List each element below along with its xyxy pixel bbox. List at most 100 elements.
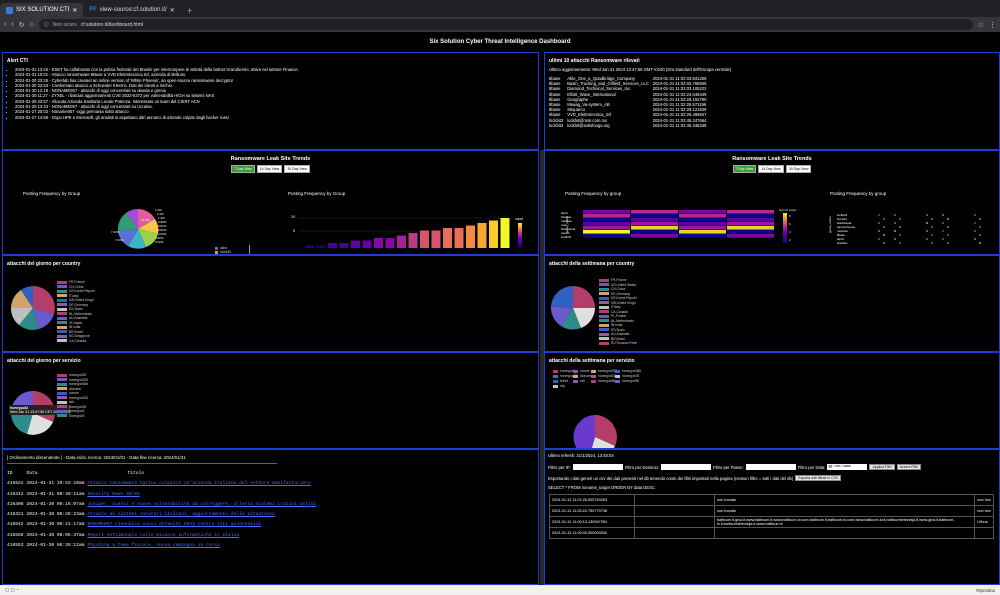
ip-filter-input[interactable] <box>572 464 623 470</box>
menu-icon[interactable]: ⋮ <box>989 21 996 29</box>
result-link[interactable]: Juniper, Ivanti e nuove vulnerabilità da… <box>87 502 316 507</box>
legend-item[interactable]: JP,Japan <box>57 321 82 325</box>
legend-item[interactable]: AU,Australia <box>57 316 87 320</box>
legend-item[interactable]: honeypot366 <box>57 382 88 386</box>
result-title-cell: Report settimanale sulle minacce informa… <box>87 531 319 541</box>
30-day-button[interactable]: 30 Day View <box>785 165 812 173</box>
new-tab-button[interactable]: ＋ <box>181 3 199 17</box>
back-icon[interactable]: ‹ <box>4 21 6 28</box>
country-day-panel: attacchi del giorno per country FR,Franc… <box>2 255 539 352</box>
colorbar-tick: 8 <box>789 214 791 218</box>
legend-item[interactable]: US,Korea Republ <box>57 289 95 293</box>
bookmark-icon[interactable]: ☆ <box>978 21 984 29</box>
legend-item[interactable]: ES,Spain <box>599 328 625 332</box>
legend-item[interactable]: BR,Brazil <box>599 337 625 341</box>
browser-tab-active[interactable]: SIX SOLUTION CTI ✕ <box>0 3 84 17</box>
legend-item[interactable]: IT,Italy <box>57 294 79 298</box>
domain-filter-input[interactable] <box>661 464 712 470</box>
legend-item[interactable]: dionaea <box>573 374 592 378</box>
pie-title: Posting Frequency by Group <box>23 191 81 196</box>
legend-item[interactable]: NL,Netherlands <box>57 312 92 316</box>
legend-item[interactable]: honeypot333 <box>591 369 617 373</box>
restore-label[interactable]: Ripristina <box>976 588 995 593</box>
legend-item[interactable]: KR,Korea Republ <box>599 296 637 300</box>
date-filter-input[interactable]: gg / mm / aaaa <box>827 464 868 470</box>
reset-filters-button[interactable]: Azzera Filtri <box>896 464 922 470</box>
window-icons[interactable]: ▢ ▢ ◔ <box>5 587 19 593</box>
legend-item[interactable]: NL,Netherlands <box>599 319 634 323</box>
legend-item[interactable]: cowrie <box>57 391 79 395</box>
target-table: 2024-01-31 11:01:26.500749283 non trovato… <box>549 494 994 539</box>
legend-item[interactable]: GB,United Kingd <box>599 301 636 305</box>
info-icon[interactable]: ⓘ <box>44 21 49 28</box>
legend-item[interactable]: ssh <box>573 379 585 383</box>
legend-item[interactable]: IN,India <box>57 325 80 329</box>
result-link[interactable]: NONAME057 rivendica nuovi attacchi DDoS … <box>87 522 261 527</box>
legend-item[interactable]: rdp <box>553 384 565 388</box>
legend-item[interactable]: CA,Canada <box>57 339 86 343</box>
country-filter-input[interactable] <box>745 464 796 470</box>
legend-item[interactable]: BR,Brazil <box>57 330 83 334</box>
apply-filters-button[interactable]: Applica Filtri <box>869 464 895 470</box>
legend-item[interactable]: honeypot43 <box>591 374 615 378</box>
legend-item[interactable]: US,United States <box>599 283 636 287</box>
tab-close-icon[interactable]: ✕ <box>170 7 175 14</box>
legend-item[interactable]: ES,Spain <box>57 307 83 311</box>
result-link[interactable]: Report settimanale sulle minacce informa… <box>87 533 239 538</box>
30-day-button[interactable]: 30 Day View <box>284 165 310 173</box>
14-day-button[interactable]: 14 Day View <box>758 165 784 173</box>
legend-item[interactable]: RU,Russian Fede <box>599 341 637 345</box>
legend-swatch <box>599 314 609 318</box>
legend-item[interactable]: FR,France <box>599 278 627 282</box>
legend-item[interactable]: honeypot3 <box>57 414 84 418</box>
legend-item[interactable]: IN,India <box>599 323 622 327</box>
service-week-pie <box>573 415 617 448</box>
legend-item[interactable]: DE,Germany <box>57 303 88 307</box>
result-link[interactable]: Attacco ai sistemi sanitari italiani, ag… <box>87 512 274 517</box>
7-day-button[interactable]: 7 Day View <box>231 165 255 173</box>
legend-item[interactable]: CA,Canada <box>599 310 628 314</box>
legend-item[interactable]: SG,Singapore <box>57 334 90 338</box>
legend-item[interactable]: GB,United Kingd <box>57 298 94 302</box>
legend-item[interactable]: IT,Italy <box>599 305 621 309</box>
scatter-point <box>979 234 981 236</box>
address-bar[interactable]: ⓘ Non sicuro cf.solution.it/dashboard.ht… <box>38 19 973 30</box>
legend-scrollbar[interactable] <box>249 245 250 254</box>
legend-item[interactable]: cowrie <box>573 369 590 373</box>
7-day-button[interactable]: 7 Day View <box>732 165 757 173</box>
legend-item[interactable]: honeypot333 <box>57 378 88 382</box>
legend-item[interactable]: CN,China <box>599 287 625 291</box>
legend-item[interactable]: DE,Germany <box>599 292 630 296</box>
legend-item[interactable]: honeypot90 <box>615 379 639 383</box>
tab-close-icon[interactable]: ✕ <box>72 7 77 14</box>
forward-icon[interactable]: › <box>11 21 13 28</box>
legend-label: FR,France <box>69 280 85 284</box>
legend-item[interactable]: FR,France <box>57 280 85 284</box>
country-day-pie <box>10 286 55 330</box>
legend-item[interactable]: AU,Australia <box>599 332 629 336</box>
result-link[interactable]: Attacco ransomware Cactus colpisce un'az… <box>87 481 310 486</box>
legend-item[interactable]: honeypot55 <box>591 379 615 383</box>
scatter-point <box>947 234 949 236</box>
legend-item[interactable]: CN,China <box>57 285 83 289</box>
legend-item[interactable]: PL,Poland <box>599 314 626 318</box>
pie-label: 7.23% <box>111 230 120 234</box>
result-link[interactable]: Security News 30/01 <box>87 492 139 497</box>
browser-tab[interactable]: FF view-source:cf.solution.it/ ✕ <box>83 3 180 17</box>
target-extra <box>974 527 994 539</box>
legend-item[interactable]: telnet <box>553 379 568 383</box>
legend-item[interactable]: honeypot32 <box>57 373 86 377</box>
legend-item[interactable]: honeypot2 <box>57 409 84 413</box>
reload-icon[interactable]: ↻ <box>19 21 25 29</box>
legend-item[interactable]: honeypot366 <box>615 369 641 373</box>
legend-item[interactable]: dionaea <box>57 387 81 391</box>
pie-label: 14.5% <box>141 218 150 222</box>
home-icon[interactable]: ⌂ <box>30 21 34 28</box>
legend-item[interactable]: honeypot33 <box>57 405 86 409</box>
legend-item[interactable]: honeypot333 <box>57 396 88 400</box>
legend-item[interactable]: ssh <box>57 400 74 404</box>
legend-item[interactable]: honeypot78 <box>615 374 639 378</box>
export-csv-button[interactable]: Esporta dati filtrati in CSV <box>795 475 842 481</box>
14-day-button[interactable]: 14 Day View <box>256 165 283 173</box>
result-link[interactable]: Phishing a tema fiscale, nuova campagna … <box>87 543 219 548</box>
